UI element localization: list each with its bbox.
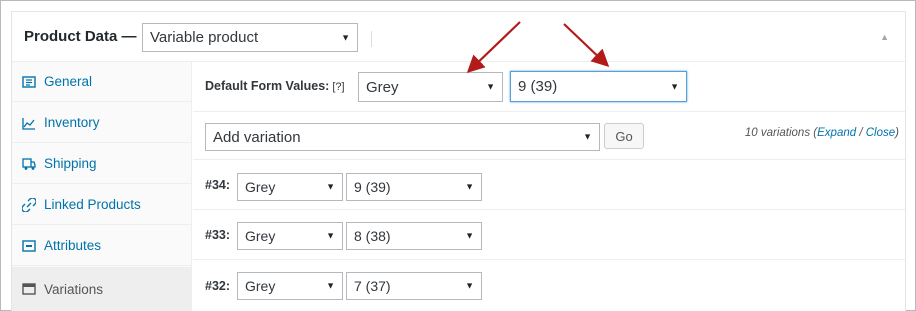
chevron-down-icon: ▼ [486,81,495,92]
expand-link[interactable]: Expand [817,127,856,139]
screenshot-frame: Product Data — Variable product ▼ ▲ Gene… [0,0,916,311]
default-size-select[interactable]: 9 (39) ▼ [510,71,687,102]
shipping-icon [22,157,36,171]
chevron-down-icon: ▼ [465,230,474,241]
tab-general[interactable]: General [12,62,192,102]
tab-variations-label: Variations [44,281,104,297]
inventory-icon [22,116,36,130]
variation-size-select[interactable]: 7 (37) ▼ [346,272,482,300]
collapse-toggle-icon[interactable]: ▲ [880,32,889,42]
variations-icon [22,282,36,296]
product-type-select[interactable]: Variable product ▼ [142,23,358,52]
go-button[interactable]: Go [604,123,644,149]
close-link[interactable]: Close [866,127,895,139]
variations-panel: Default Form Values: [?] Grey ▼ 9 (39) ▼ … [193,62,905,311]
variation-color-select[interactable]: Grey ▼ [237,222,343,250]
product-data-panel: Product Data — Variable product ▼ ▲ Gene… [11,11,906,311]
tab-attributes-label: Attributes [44,238,102,253]
default-color-select[interactable]: Grey ▼ [358,72,503,102]
chevron-down-icon: ▼ [326,230,335,241]
tab-inventory[interactable]: Inventory [12,103,192,143]
link-icon [22,197,36,212]
help-tip[interactable]: [?] [332,81,344,93]
product-type-value: Variable product [150,29,259,46]
tab-variations[interactable]: Variations [12,267,192,311]
add-variation-row: Add variation ▼ Go 10 variations (Expand… [193,112,905,160]
variation-size-select[interactable]: 9 (39) ▼ [346,173,482,201]
tab-attributes[interactable]: Attributes [12,226,192,266]
tab-shipping-label: Shipping [44,156,97,171]
chevron-down-icon: ▼ [465,181,474,192]
variation-id: #32: [205,279,231,293]
variation-color-select[interactable]: Grey ▼ [237,272,343,300]
variation-id: #33: [205,228,231,242]
product-data-tabs: General Inventory Shipping Linked Produc… [12,62,192,311]
tab-inventory-label: Inventory [44,115,100,130]
variation-row[interactable]: #34: Grey ▼ 9 (39) ▼ [193,160,905,210]
variation-color-select[interactable]: Grey ▼ [237,173,343,201]
attributes-icon [22,239,36,253]
add-variation-select[interactable]: Add variation ▼ [205,123,600,151]
chevron-down-icon: ▼ [583,131,592,142]
panel-header: Product Data — Variable product ▼ ▲ [12,12,905,62]
general-icon [22,75,36,89]
variation-row[interactable]: #32: Grey ▼ 7 (37) ▼ [193,260,905,310]
tab-shipping[interactable]: Shipping [12,144,192,184]
chevron-down-icon: ▼ [341,32,350,42]
tab-linked-products[interactable]: Linked Products [12,185,192,225]
variations-count: 10 variations (Expand / Close) [744,127,899,139]
panel-title: Product Data — [24,28,137,45]
variation-size-select[interactable]: 8 (38) ▼ [346,222,482,250]
chevron-down-icon: ▼ [670,81,679,91]
header-divider [371,31,372,47]
variation-id: #34: [205,178,231,192]
tab-general-label: General [44,74,93,89]
default-form-values-label: Default Form Values: [?] [205,79,345,93]
default-form-values-row: Default Form Values: [?] Grey ▼ 9 (39) ▼ [193,62,905,112]
chevron-down-icon: ▼ [326,181,335,192]
chevron-down-icon: ▼ [326,280,335,291]
tab-linked-products-label: Linked Products [44,197,141,212]
chevron-down-icon: ▼ [465,280,474,291]
variation-row[interactable]: #33: Grey ▼ 8 (38) ▼ [193,210,905,260]
